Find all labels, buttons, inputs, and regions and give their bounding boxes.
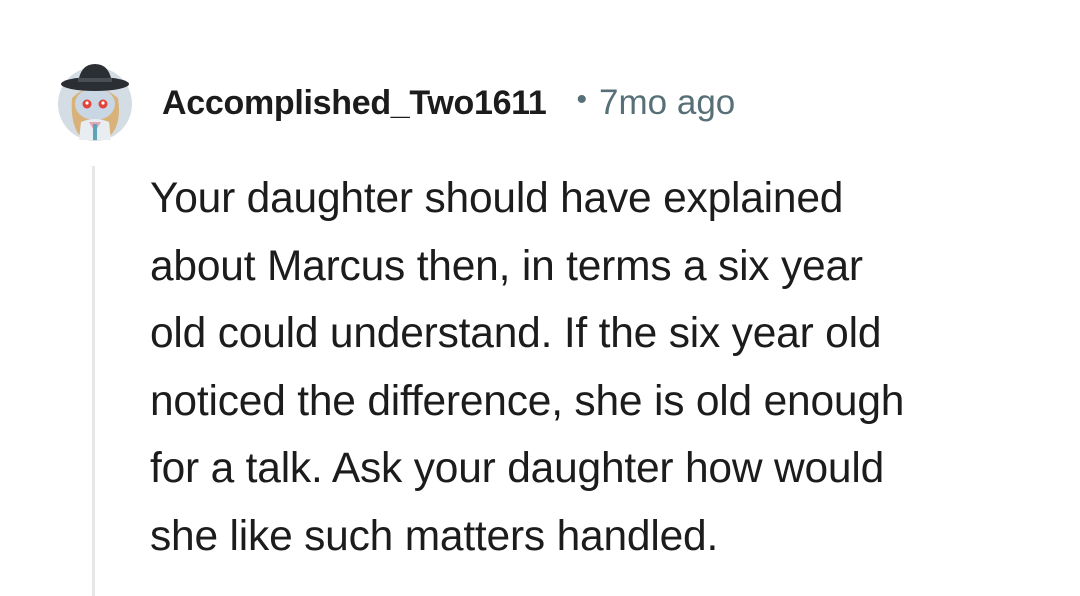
separator-dot: • [576, 83, 588, 116]
username-link[interactable]: Accomplished_Two1611 [162, 84, 547, 123]
comment-line: about Marcus then, in terms a six year [150, 242, 863, 290]
comment-line: for a talk. Ask your daughter how would [150, 445, 884, 492]
timestamp[interactable]: 7mo ago [599, 83, 735, 123]
comment-line: noticed the difference, she is old enoug… [150, 377, 905, 425]
comment: Accomplished_Two1611 • 7mo ago Your daug… [0, 0, 1080, 596]
user-avatar-icon[interactable] [56, 60, 134, 142]
comment-line: old could understand. If the six year ol… [150, 310, 882, 357]
thread-line[interactable] [92, 166, 95, 596]
comment-header: Accomplished_Two1611 • 7mo ago [162, 78, 735, 128]
comment-body: Your daughter should have explained abou… [150, 165, 1030, 570]
comment-line: Your daughter should have explained [150, 175, 844, 222]
comment-line: she like such matters handled. [150, 512, 719, 560]
